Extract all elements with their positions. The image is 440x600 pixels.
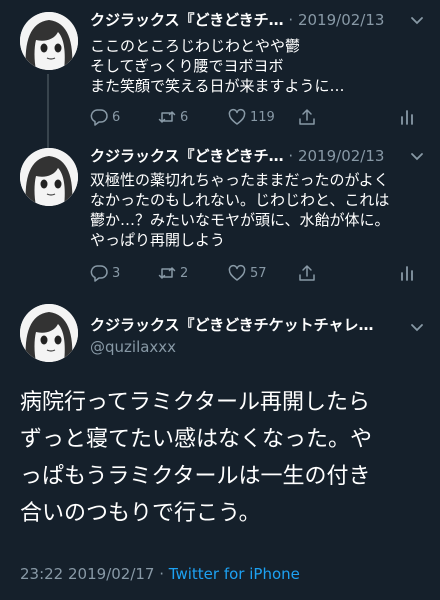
like-count: 119	[250, 109, 275, 125]
analytics-button[interactable]	[398, 106, 420, 128]
retweet-button[interactable]: 6	[158, 106, 188, 128]
tweet-text-line: そしてぎっくり腰でヨボヨボ	[90, 57, 284, 75]
heart-icon	[228, 264, 246, 281]
separator: ·	[283, 147, 298, 165]
tweet-full-date[interactable]: 2019/02/17	[68, 565, 154, 583]
source-link[interactable]: Twitter for iPhone	[169, 565, 300, 583]
heart-icon	[228, 108, 246, 125]
main-author-name[interactable]: クジラックス『どきどきチケットチャレ…	[90, 314, 374, 336]
avatar[interactable]	[20, 12, 78, 70]
tweet-text-line: やっぱり再開しよう	[90, 231, 226, 249]
tweet-date[interactable]: 2019/02/13	[298, 11, 384, 29]
reply-button[interactable]: 6	[90, 106, 120, 128]
main-author-handle[interactable]: @quzilaxxx	[90, 336, 176, 358]
chevron-down-icon[interactable]	[408, 11, 426, 29]
tweet-text: ここのところじわじわとやや鬱 そしてぎっくり腰でヨボヨボ また笑顔で笑える日が来…	[90, 36, 426, 96]
reply-icon	[90, 265, 108, 282]
tweet-text-line: なかったのもしれない。じわじわと、これは	[90, 191, 390, 209]
analytics-icon	[401, 110, 413, 125]
tweet-actions: 6 6 119	[90, 106, 426, 128]
reply-button[interactable]: 3	[90, 262, 120, 284]
retweet-count: 6	[180, 109, 189, 125]
tweet-text-line: 鬱か…？みたいなモヤが頭に、水飴が体に。	[90, 211, 390, 229]
share-button[interactable]	[298, 262, 320, 284]
reply-count: 3	[112, 265, 121, 281]
chevron-down-icon[interactable]	[408, 147, 426, 165]
author-name[interactable]: クジラックス『どきどきチ…	[90, 147, 284, 165]
tweet-text-line: 双極性の薬切れちゃったままだったのがよく	[90, 171, 389, 189]
retweet-icon	[158, 267, 176, 279]
like-button[interactable]: 57	[228, 262, 267, 284]
main-tweet-text-line: 病院行ってラミクタール再開したら	[20, 390, 371, 415]
separator: ·	[154, 565, 169, 583]
main-avatar[interactable]	[20, 304, 78, 362]
tweet-text: 双極性の薬切れちゃったままだったのがよく なかったのもしれない。じわじわと、これ…	[90, 170, 426, 250]
separator: ·	[283, 11, 298, 29]
chevron-down-icon[interactable]	[408, 318, 426, 336]
retweet-icon	[158, 111, 176, 123]
share-icon	[299, 265, 315, 281]
main-tweet-text-line: ずっと寝てたい感はなくなった。や	[20, 427, 373, 452]
like-button[interactable]: 119	[228, 106, 275, 128]
tweet-header: クジラックス『どきどきチ… · 2019/02/13	[90, 8, 426, 32]
main-tweet-text-line: っぱもうラミクタールは一生の付き	[20, 464, 371, 489]
analytics-icon	[401, 266, 413, 281]
retweet-count: 2	[180, 265, 189, 281]
tweet-header: クジラックス『どきどきチ… · 2019/02/13	[90, 144, 426, 168]
retweet-button[interactable]: 2	[158, 262, 188, 284]
tweet-actions: 3 2 57	[90, 262, 426, 284]
thread-tweet-2[interactable]: クジラックス『どきどきチ… · 2019/02/13 双極性の薬切れちゃったまま…	[0, 144, 440, 294]
analytics-button[interactable]	[398, 262, 420, 284]
tweet-time[interactable]: 23:22	[20, 565, 63, 583]
avatar[interactable]	[20, 148, 78, 206]
like-count: 57	[250, 265, 267, 281]
main-tweet-text: 病院行ってラミクタール再開したら ずっと寝てたい感はなくなった。や っぱもうラミ…	[20, 384, 422, 532]
tweet-text-line: また笑顔で笑える日が来ますように…	[90, 77, 345, 95]
reply-icon	[90, 109, 108, 126]
thread-tweet-1[interactable]: クジラックス『どきどきチ… · 2019/02/13 ここのところじわじわとやや…	[0, 8, 440, 138]
main-tweet-text-line: 合いのつもりで行こう。	[20, 501, 261, 526]
tweet-text-line: ここのところじわじわとやや鬱	[90, 37, 301, 55]
tweet-timestamp-footer: 23:22 2019/02/17 · Twitter for iPhone	[20, 563, 300, 585]
reply-count: 6	[112, 109, 121, 125]
share-button[interactable]	[298, 106, 320, 128]
tweet-date[interactable]: 2019/02/13	[298, 147, 384, 165]
share-icon	[299, 109, 315, 125]
author-name[interactable]: クジラックス『どきどきチ…	[90, 11, 284, 29]
